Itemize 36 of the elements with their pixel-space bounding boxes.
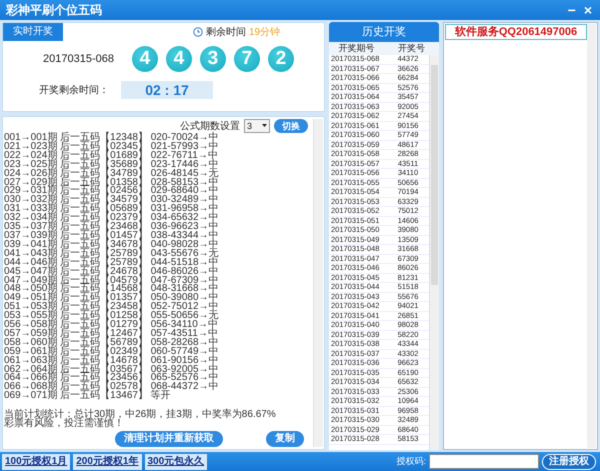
- scroll-bar[interactable]: [313, 119, 323, 447]
- code-label: 授权码:: [396, 455, 426, 468]
- countdown-timer: 02 : 17: [121, 81, 213, 99]
- license-link[interactable]: 300元包永久: [144, 454, 208, 470]
- clock-icon: [193, 27, 203, 37]
- setting-label: 公式期数设置: [180, 120, 240, 132]
- license-link[interactable]: 100元授权1月: [2, 454, 70, 470]
- period-dropdown[interactable]: 3: [244, 118, 270, 132]
- number-ball: 4: [166, 46, 192, 72]
- code-field[interactable]: [429, 454, 539, 469]
- number-ball: 7: [234, 46, 260, 72]
- minimize-button[interactable]: −: [564, 1, 580, 19]
- register-button[interactable]: 注册授权: [542, 454, 596, 470]
- history-header: 历史开奖: [329, 22, 439, 42]
- countdown-label: 开奖剩余时间：: [39, 84, 109, 97]
- remaining-value: 19分钟: [249, 26, 280, 39]
- number-ball: 2: [268, 46, 294, 72]
- scroll-bar[interactable]: [587, 24, 596, 448]
- plan-line: 069→071期 后一五码【13467】 等开: [4, 392, 172, 402]
- close-button[interactable]: ×: [580, 1, 596, 19]
- number-ball: 3: [200, 46, 226, 72]
- window-title: 彩神平刷个位五码: [6, 2, 103, 18]
- panel-tab[interactable]: 实时开奖: [3, 23, 63, 41]
- license-link[interactable]: 200元授权1年: [73, 454, 142, 470]
- column-header: 开奖期号: [338, 42, 376, 55]
- number-ball: 4: [132, 46, 158, 72]
- column-header: 开奖号: [397, 42, 426, 55]
- copy-button[interactable]: 复制: [266, 430, 304, 447]
- remaining-label: 剩余时间: [206, 26, 246, 39]
- switch-button[interactable]: 切换: [274, 118, 308, 132]
- refresh-plan-button[interactable]: 清理计划并重新获取: [115, 430, 223, 447]
- caret-icon: [262, 124, 267, 127]
- scroll-bar[interactable]: [429, 55, 439, 450]
- issue-number: 20170315-068: [43, 53, 114, 65]
- list-item[interactable]: 软件服务QQ2061497006: [445, 24, 587, 40]
- summary-line: 彩票有风险，投注需谨慎！: [4, 419, 125, 428]
